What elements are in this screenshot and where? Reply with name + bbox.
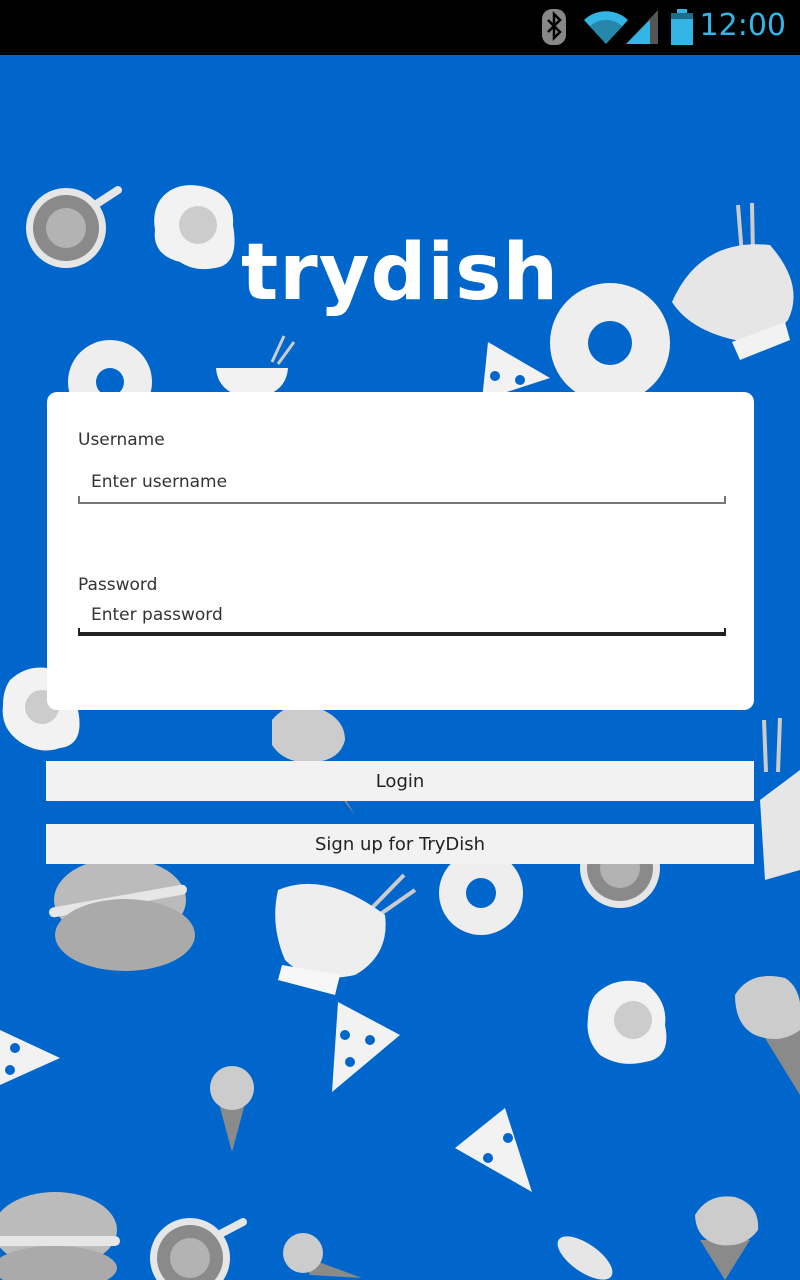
ice-cream-icon <box>735 976 800 1095</box>
burger-icon <box>0 1192 120 1280</box>
app-logo: trydish <box>240 228 560 318</box>
noodle-bowl-icon <box>216 335 296 398</box>
noodle-bowl-icon <box>760 717 800 880</box>
password-label: Password <box>78 575 158 595</box>
pizza-slice-icon <box>332 1002 400 1092</box>
pizza-slice-icon <box>0 1030 60 1085</box>
pizza-slice-icon <box>455 1108 532 1192</box>
ice-cream-icon <box>695 1196 759 1280</box>
signup-button[interactable]: Sign up for TryDish <box>46 824 754 864</box>
password-underline <box>78 628 726 636</box>
wifi-icon <box>584 11 628 44</box>
username-label: Username <box>78 430 165 450</box>
login-card: Username Password <box>47 392 754 710</box>
bread-icon <box>557 1236 613 1280</box>
ice-cream-icon <box>210 1066 254 1152</box>
noodle-bowl-icon <box>275 873 417 995</box>
signal-icon <box>626 10 658 44</box>
fried-egg-icon <box>587 980 667 1064</box>
status-bar: 12:00 <box>0 0 800 55</box>
burger-icon <box>48 858 195 971</box>
username-underline <box>78 496 726 504</box>
battery-icon <box>671 9 693 45</box>
bluetooth-icon <box>542 9 566 45</box>
ice-cream-icon <box>283 1233 362 1278</box>
username-input[interactable] <box>78 464 726 500</box>
clock: 12:00 <box>699 8 786 43</box>
coffee-cup-icon <box>150 1218 247 1280</box>
login-button[interactable]: Login <box>46 761 754 801</box>
